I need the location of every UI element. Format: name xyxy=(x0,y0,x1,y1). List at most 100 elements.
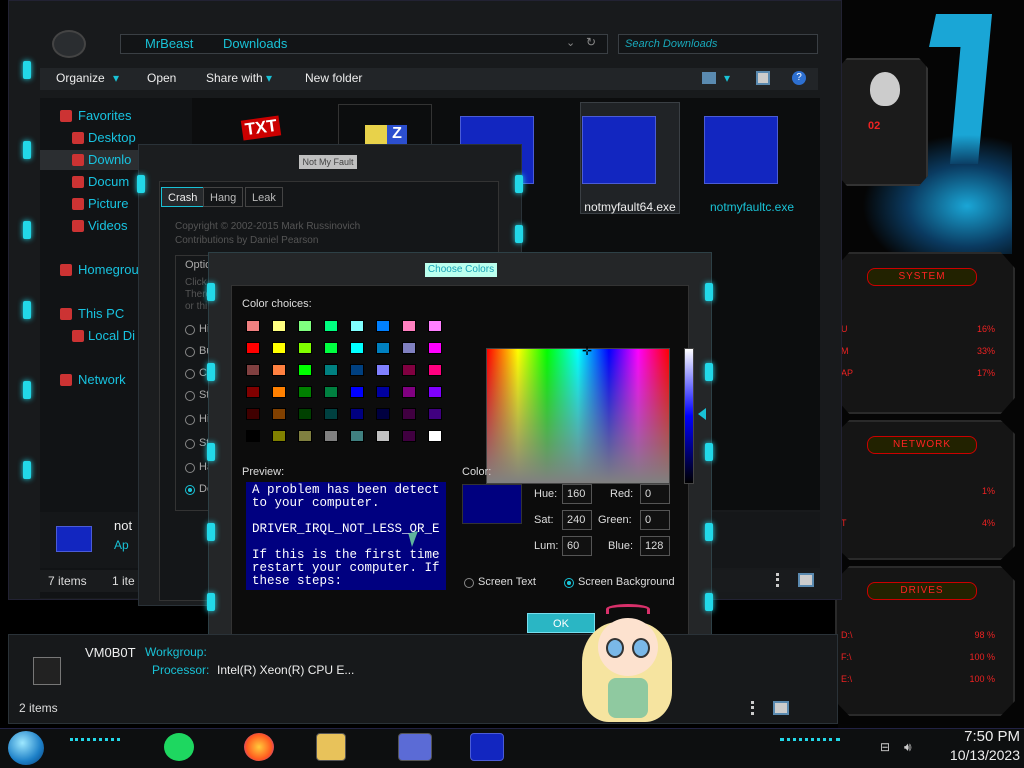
color-swatch[interactable] xyxy=(272,408,286,420)
color-swatch[interactable] xyxy=(298,320,312,332)
color-swatch[interactable] xyxy=(350,430,364,442)
nav-network[interactable]: Network xyxy=(78,372,126,387)
control-panel-icon[interactable] xyxy=(398,733,432,761)
radio-option[interactable] xyxy=(185,325,195,335)
details-view-icon[interactable] xyxy=(776,573,788,587)
color-swatch[interactable] xyxy=(428,320,442,332)
view-options-icon[interactable] xyxy=(702,72,716,84)
color-swatch[interactable] xyxy=(428,430,442,442)
radio-option[interactable] xyxy=(185,347,195,357)
color-swatch[interactable] xyxy=(402,386,416,398)
color-swatch[interactable] xyxy=(402,320,416,332)
open-button[interactable]: Open xyxy=(147,71,176,85)
color-swatch[interactable] xyxy=(272,320,286,332)
luminosity-slider[interactable] xyxy=(684,348,694,484)
color-swatch[interactable] xyxy=(376,386,390,398)
color-swatch[interactable] xyxy=(324,430,338,442)
hue-field[interactable]: 160 xyxy=(562,484,592,504)
color-swatch[interactable] xyxy=(402,342,416,354)
color-swatch[interactable] xyxy=(350,364,364,376)
color-swatch[interactable] xyxy=(350,342,364,354)
red-field[interactable]: 0 xyxy=(640,484,670,504)
color-swatch[interactable] xyxy=(428,342,442,354)
color-swatch[interactable] xyxy=(272,364,286,376)
breadcrumb-downloads[interactable]: Downloads xyxy=(223,36,287,51)
color-swatch[interactable] xyxy=(376,408,390,420)
color-swatch[interactable] xyxy=(272,342,286,354)
network-tray-icon[interactable]: ⊟ xyxy=(880,740,890,754)
color-swatch[interactable] xyxy=(246,386,260,398)
bsod-thumbnail[interactable] xyxy=(704,116,778,184)
screen-text-radio[interactable] xyxy=(464,578,474,588)
radio-option[interactable] xyxy=(185,391,195,401)
color-swatch[interactable] xyxy=(350,408,364,420)
color-swatch[interactable] xyxy=(402,430,416,442)
file-name[interactable]: notmyfaultc.exe xyxy=(692,200,812,214)
green-field[interactable]: 0 xyxy=(640,510,670,530)
address-bar[interactable]: MrBeast Downloads xyxy=(120,34,608,54)
nav-desktop[interactable]: Desktop xyxy=(88,130,136,145)
screen-background-radio[interactable] xyxy=(564,578,574,588)
nav-downloads[interactable]: Downlo xyxy=(88,152,131,167)
nav-documents[interactable]: Docum xyxy=(88,174,129,189)
radio-option[interactable] xyxy=(185,415,195,425)
color-swatch[interactable] xyxy=(246,320,260,332)
color-spectrum[interactable] xyxy=(486,348,670,484)
new-folder-button[interactable]: New folder xyxy=(305,71,362,85)
radio-option[interactable] xyxy=(185,463,195,473)
nav-favorites[interactable]: Favorites xyxy=(78,108,131,123)
color-swatch[interactable] xyxy=(376,364,390,376)
chevron-down-icon[interactable]: ⌄ xyxy=(566,36,575,49)
color-swatch[interactable] xyxy=(298,342,312,354)
tab-hang[interactable]: Hang xyxy=(203,187,244,207)
crosshair-icon[interactable]: ✛ xyxy=(582,344,592,358)
color-swatch[interactable] xyxy=(402,364,416,376)
bsod-thumbnail[interactable] xyxy=(582,116,656,184)
spotify-icon[interactable] xyxy=(164,733,194,761)
organize-button[interactable]: Organize xyxy=(56,71,105,85)
color-swatch[interactable] xyxy=(428,364,442,376)
tab-crash[interactable]: Crash xyxy=(161,187,205,207)
clock[interactable]: 7:50 PM 10/13/2023 xyxy=(930,728,1020,764)
help-icon[interactable]: ? xyxy=(792,71,806,85)
nav-local-disk[interactable]: Local Di xyxy=(88,328,135,343)
color-swatch[interactable] xyxy=(376,342,390,354)
sat-field[interactable]: 240 xyxy=(562,510,592,530)
radio-option[interactable] xyxy=(185,369,195,379)
color-swatch[interactable] xyxy=(246,408,260,420)
color-swatch[interactable] xyxy=(376,320,390,332)
share-with-button[interactable]: Share with xyxy=(206,71,263,85)
volume-icon[interactable]: 🔊︎ xyxy=(904,740,912,755)
color-swatch[interactable] xyxy=(324,320,338,332)
radio-option[interactable] xyxy=(185,439,195,449)
color-swatch[interactable] xyxy=(298,430,312,442)
color-swatch[interactable] xyxy=(298,386,312,398)
color-swatch[interactable] xyxy=(376,430,390,442)
color-swatch[interactable] xyxy=(350,320,364,332)
nav-pictures[interactable]: Picture xyxy=(88,196,128,211)
color-swatch[interactable] xyxy=(428,408,442,420)
color-swatch[interactable] xyxy=(324,408,338,420)
color-swatch[interactable] xyxy=(272,430,286,442)
color-swatch[interactable] xyxy=(324,386,338,398)
file-name[interactable]: notmyfault64.exe xyxy=(570,200,690,214)
back-button[interactable] xyxy=(52,30,86,58)
tab-leak[interactable]: Leak xyxy=(245,187,283,207)
firefox-icon[interactable] xyxy=(244,733,274,761)
color-swatch[interactable] xyxy=(246,342,260,354)
large-icons-view-icon[interactable] xyxy=(798,573,814,587)
color-swatch[interactable] xyxy=(324,364,338,376)
search-input[interactable]: Search Downloads xyxy=(618,34,818,54)
nav-this-pc[interactable]: This PC xyxy=(78,306,124,321)
color-swatch[interactable] xyxy=(428,386,442,398)
file-explorer-icon[interactable] xyxy=(316,733,346,761)
organize-chevron-icon[interactable]: ▾ xyxy=(113,71,119,85)
color-swatch[interactable] xyxy=(324,342,338,354)
start-button[interactable] xyxy=(8,731,44,765)
color-swatch[interactable] xyxy=(402,408,416,420)
nav-homegroup[interactable]: Homegrou xyxy=(78,262,139,277)
blue-field[interactable]: 128 xyxy=(640,536,670,556)
share-chevron-icon[interactable]: ▾ xyxy=(266,71,272,85)
radio-option-selected[interactable] xyxy=(185,485,195,495)
lum-field[interactable]: 60 xyxy=(562,536,592,556)
